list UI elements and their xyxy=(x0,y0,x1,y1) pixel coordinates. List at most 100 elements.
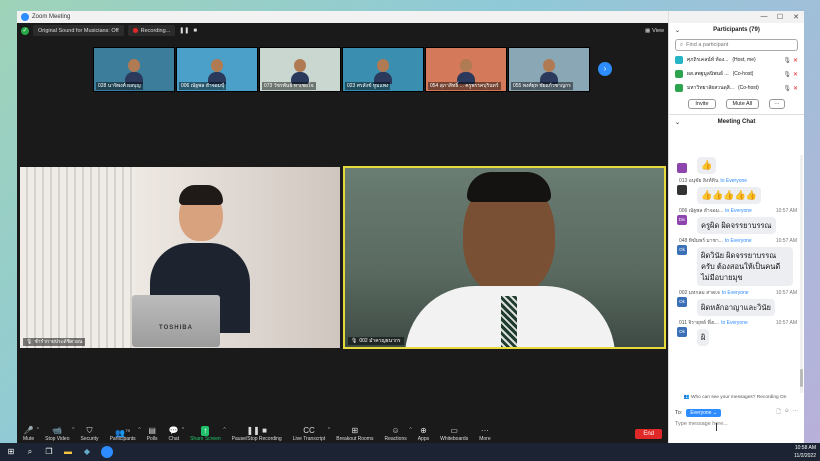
video-off-icon[interactable]: ✕ xyxy=(793,57,798,64)
invite-button[interactable]: Invite xyxy=(688,99,716,109)
chevron-down-icon[interactable]: ⌄ xyxy=(675,119,680,126)
side-panel: — ☐ ✕ ⌄ Participants (79) ⌕ Find a parti… xyxy=(668,11,804,443)
chat-bubble-icon: 💬 xyxy=(168,426,179,435)
participant-name: 002 มำคาญธนากร xyxy=(359,338,401,344)
participant-row-name: ผส.สพฐมูลนิพนธ์ ... xyxy=(687,71,729,77)
polls-button[interactable]: ▤ Polls xyxy=(147,426,158,442)
whiteboards-button[interactable]: ▭ Whiteboards xyxy=(440,426,468,442)
participants-more-button[interactable]: ··· xyxy=(769,99,785,109)
chat-message-header: 011 จิรายุทธ์ พึ่งเ... to Everyone 10:57 A… xyxy=(679,319,797,327)
chat-recipient-row: To: Everyone ⌄ 🗋 ☺ ··· xyxy=(675,408,798,417)
pause-stop-recording-button[interactable]: ❚❚ ■ Pause/Stop Recording xyxy=(232,426,282,442)
meeting-chat-header[interactable]: ⌄ Meeting Chat xyxy=(669,115,804,129)
participant-row[interactable]: ผส.สพฐมูลนิพนธ์ ... (Co-host) 🎙 ✕ xyxy=(669,67,804,81)
mute-all-button[interactable]: Mute All xyxy=(725,99,760,109)
end-meeting-button[interactable]: End xyxy=(635,429,662,439)
participant-thumbnail[interactable]: 055 พงศ์ยุท ชัยแก้วชาญกร xyxy=(508,47,590,92)
security-shield-icon[interactable]: ✓ xyxy=(21,26,29,35)
chat-timestamp: 10:57 AM xyxy=(775,208,797,214)
mic-icon[interactable]: 🎙 xyxy=(783,85,791,92)
chat-message-header: 002 มหกลม สาดเจ to Everyone 10:57 AM xyxy=(679,289,797,297)
breakout-rooms-button[interactable]: ⊞ Breakout Rooms xyxy=(336,426,373,442)
chat-button[interactable]: 💬 ^ Chat xyxy=(168,426,185,442)
chat-message: 011 จิรายุทธ์ พึ่งเ... to Everyone 10:57 A… xyxy=(669,319,801,346)
windows-start-icon[interactable]: ⊞ xyxy=(6,447,16,457)
participant-thumbnail[interactable]: 023 ศรสังข์ ทูมแพง xyxy=(342,47,424,92)
chat-message: 002 มหกลม สาดเจ to Everyone 10:57 AM Ok ผิดห… xyxy=(669,289,801,316)
view-button[interactable]: ▦ View xyxy=(645,28,664,34)
chevron-down-icon[interactable]: ⌄ xyxy=(675,27,680,34)
close-icon[interactable]: ✕ xyxy=(788,13,804,21)
live-transcript-button[interactable]: CC ^ Live Transcript xyxy=(293,426,331,442)
reactions-button[interactable]: ☺ ^ Reactions xyxy=(384,426,411,442)
participant-row[interactable]: ศุภถิรเคลน์ท์ ห้อง... (Host, me) 🎙 ✕ xyxy=(669,53,804,67)
mic-icon[interactable]: 🎙 xyxy=(783,71,791,78)
view-label: View xyxy=(652,27,664,34)
security-button[interactable]: ⛉ Security xyxy=(81,426,99,442)
mic-icon[interactable]: 🎙 xyxy=(783,57,791,64)
find-participant-input[interactable]: ⌕ Find a participant xyxy=(675,39,798,51)
file-explorer-icon[interactable]: ▬ xyxy=(63,447,73,457)
stop-video-button[interactable]: 📹 ^ Stop Video xyxy=(45,426,74,442)
participants-button[interactable]: 👥79 ^ Participants xyxy=(110,426,141,442)
video-tile-left[interactable]: TOSHIBA 🎙 ชำรำกายประดัชิตวอน xyxy=(20,167,340,348)
participants-header[interactable]: ⌄ Participants (79) xyxy=(669,23,804,37)
minimize-icon[interactable]: — xyxy=(756,13,772,21)
participant-actions: Invite Mute All ··· xyxy=(669,99,804,109)
participant-thumbnail[interactable]: 073 วัชรพันธ์ ทาเชยโจ xyxy=(259,47,341,92)
chat-recipient: to Everyone xyxy=(724,238,752,244)
avatar xyxy=(677,185,687,195)
recipient-dropdown[interactable]: Everyone ⌄ xyxy=(686,408,722,417)
share-arrow-icon: ↑ xyxy=(201,426,210,436)
mute-button[interactable]: 🎤 ^ Mute xyxy=(23,426,39,442)
app-icon[interactable]: ◆ xyxy=(82,447,92,457)
who-can-see-notice[interactable]: 👥 Who can see your messages? Recording O… xyxy=(669,395,801,400)
maximize-icon[interactable]: ☐ xyxy=(772,13,788,21)
participants-title: Participants (79) xyxy=(713,27,760,33)
video-tile-active-speaker[interactable]: 🎙 002 มำคาญธนากร xyxy=(343,166,666,349)
mic-icon: 🎙 xyxy=(351,338,358,344)
chat-message: 👍 xyxy=(669,155,801,174)
chat-timestamp: 10:57 AM xyxy=(775,320,797,326)
participant-name: ชำรำกายประดัชิตวอน xyxy=(34,339,83,345)
share-screen-button[interactable]: ↑ ^ Share Screen xyxy=(190,426,226,442)
smiley-icon: ☺ xyxy=(391,426,400,435)
video-off-icon[interactable]: ✕ xyxy=(793,71,798,78)
video-off-icon[interactable]: ✕ xyxy=(793,85,798,92)
emoji-icon[interactable]: ☺ xyxy=(784,408,790,417)
participant-row[interactable]: มหาวิทยาลัยสวนดุสิ... (Co-host) 🎙 ✕ xyxy=(669,81,804,95)
participant-thumbnail[interactable]: 006 ณัฐพล ฮำจอมปุ์ xyxy=(176,47,258,92)
chat-scrollbar[interactable] xyxy=(800,155,803,393)
next-page-arrow-icon[interactable]: › xyxy=(598,62,612,76)
video-camera-icon: 📹 xyxy=(52,426,63,435)
chat-bubble: ครูผิด ผิดจรรยาบรรณ xyxy=(697,217,776,234)
participant-row-name: ศุภถิรเคลน์ท์ ห้อง... xyxy=(687,57,729,63)
avatar xyxy=(675,70,683,78)
file-icon[interactable]: 🗋 xyxy=(776,408,780,417)
task-view-icon[interactable]: ❐ xyxy=(44,447,54,457)
zoom-taskbar-icon[interactable] xyxy=(101,446,113,458)
taskbar-clock[interactable]: 10:58 AM 11/2/2022 xyxy=(794,444,816,460)
original-sound-button[interactable]: Original Sound for Musicians: Off xyxy=(33,25,124,36)
pause-recording-button[interactable]: ❚❚ xyxy=(179,27,189,34)
thumbnail-name: 054 สุภาสิทธิ์ ... ครูพรรคบุรินทร์ xyxy=(428,82,501,90)
window-blinds-background xyxy=(20,167,135,348)
laptop-brand: TOSHIBA xyxy=(132,295,220,347)
speaker-figure xyxy=(405,168,615,347)
participant-row-role: (Co-host) xyxy=(732,71,754,77)
zoom-meeting-window: Zoom Meeting ✓ Original Sound for Musici… xyxy=(17,11,668,443)
apps-button[interactable]: ⊕ Apps xyxy=(418,426,429,442)
chat-message-list[interactable]: 👍 013 อนุชัย สิงห์ทิน to Everyone 👍👍👍👍👍 006 … xyxy=(669,155,801,395)
more-button[interactable]: ··· More xyxy=(479,426,490,442)
avatar xyxy=(675,56,683,64)
participant-thumbnail[interactable]: 028 นาจิพงศ์ ผลบุญ xyxy=(93,47,175,92)
shield-icon: ⛉ xyxy=(86,426,93,435)
search-icon[interactable]: ⌕ xyxy=(25,447,35,457)
pause-stop-icon: ❚❚ ■ xyxy=(246,426,267,435)
stop-recording-button[interactable]: ■ xyxy=(193,28,197,34)
ellipsis-icon[interactable]: ··· xyxy=(793,408,799,417)
participant-thumbnail[interactable]: 054 สุภาสิทธิ์ ... ครูพรรคบุรินทร์ xyxy=(425,47,507,92)
thumbnail-name: 006 ณัฐพล ฮำจอมปุ์ xyxy=(179,82,227,90)
search-icon: ⌕ xyxy=(680,41,684,48)
chat-message: 048 ทิฆัมพร์ มาชา... to Everyone 10:57 AM O… xyxy=(669,237,801,286)
